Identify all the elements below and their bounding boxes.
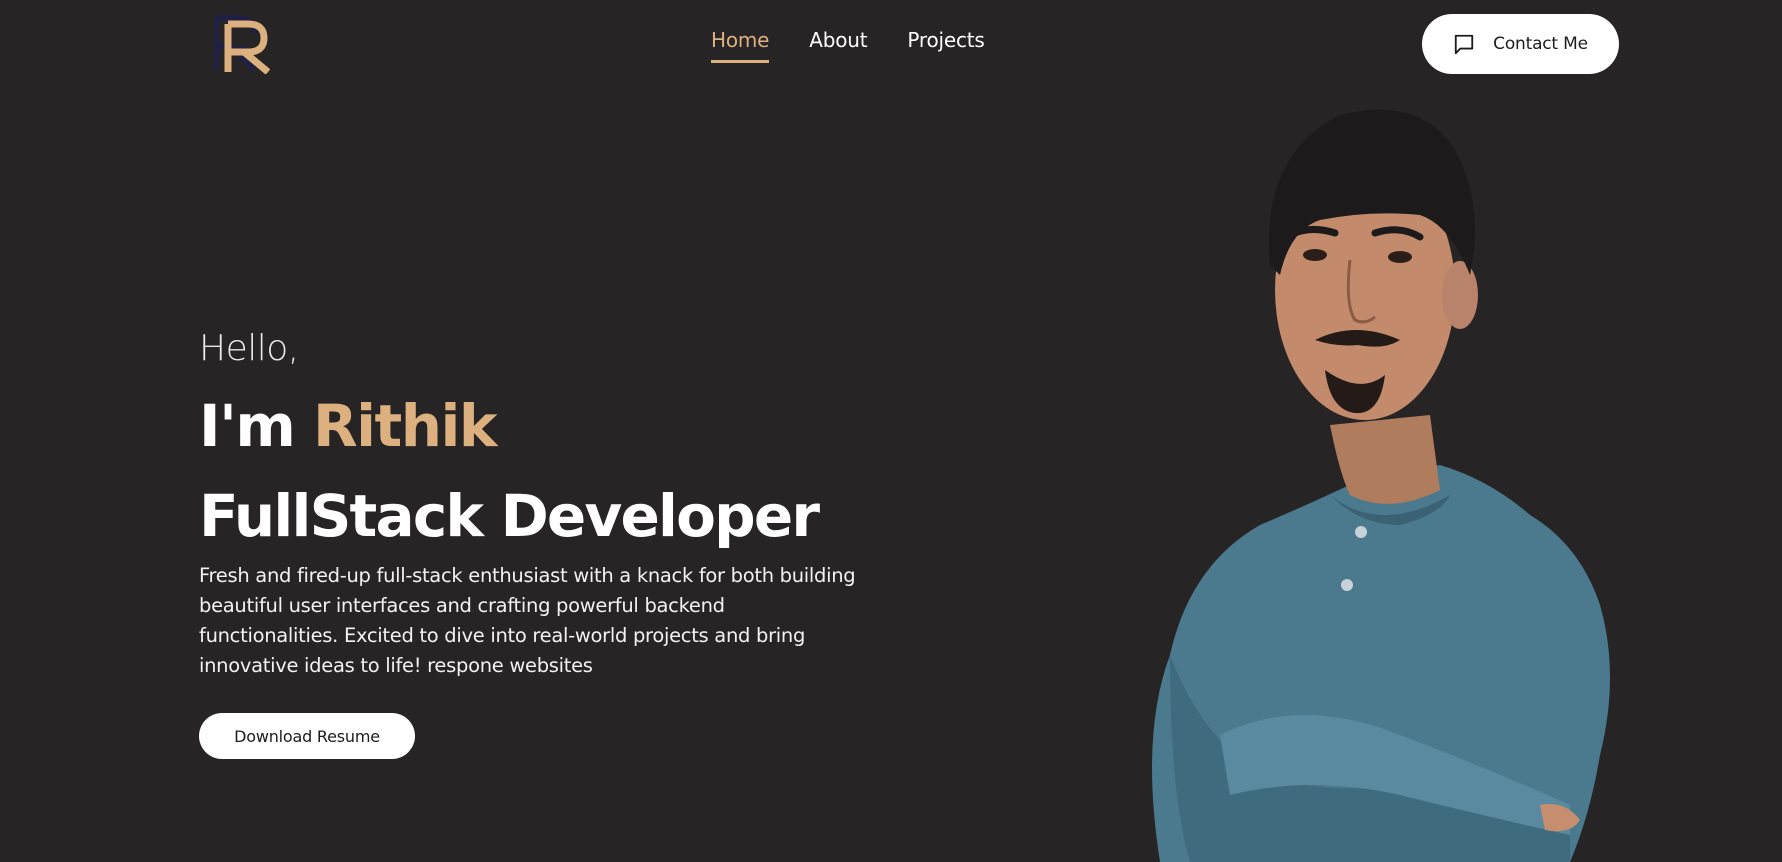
intro-prefix: I'm bbox=[199, 392, 313, 460]
nav-about[interactable]: About bbox=[809, 28, 867, 60]
message-square-icon bbox=[1453, 33, 1475, 55]
logo[interactable] bbox=[213, 12, 272, 75]
nav-projects[interactable]: Projects bbox=[907, 28, 984, 60]
hero-section: Hello, I'm Rithik FullStack Developer Fr… bbox=[199, 325, 879, 681]
download-resume-button[interactable]: Download Resume bbox=[199, 713, 415, 759]
contact-me-label: Contact Me bbox=[1493, 34, 1588, 54]
contact-me-button[interactable]: Contact Me bbox=[1422, 14, 1619, 74]
profile-photo bbox=[1100, 95, 1660, 862]
page: Home About Projects Contact Me Hello, I'… bbox=[0, 0, 1782, 862]
logo-mark bbox=[213, 15, 271, 75]
intro-name: Rithik bbox=[312, 392, 498, 460]
role-heading: FullStack Developer bbox=[199, 482, 820, 550]
greeting: Hello, bbox=[199, 328, 299, 369]
nav-home[interactable]: Home bbox=[711, 28, 769, 63]
hero-description: Fresh and fired-up full-stack enthusiast… bbox=[199, 564, 856, 677]
main-nav: Home About Projects bbox=[711, 28, 985, 63]
intro-heading: I'm Rithik bbox=[199, 391, 879, 461]
